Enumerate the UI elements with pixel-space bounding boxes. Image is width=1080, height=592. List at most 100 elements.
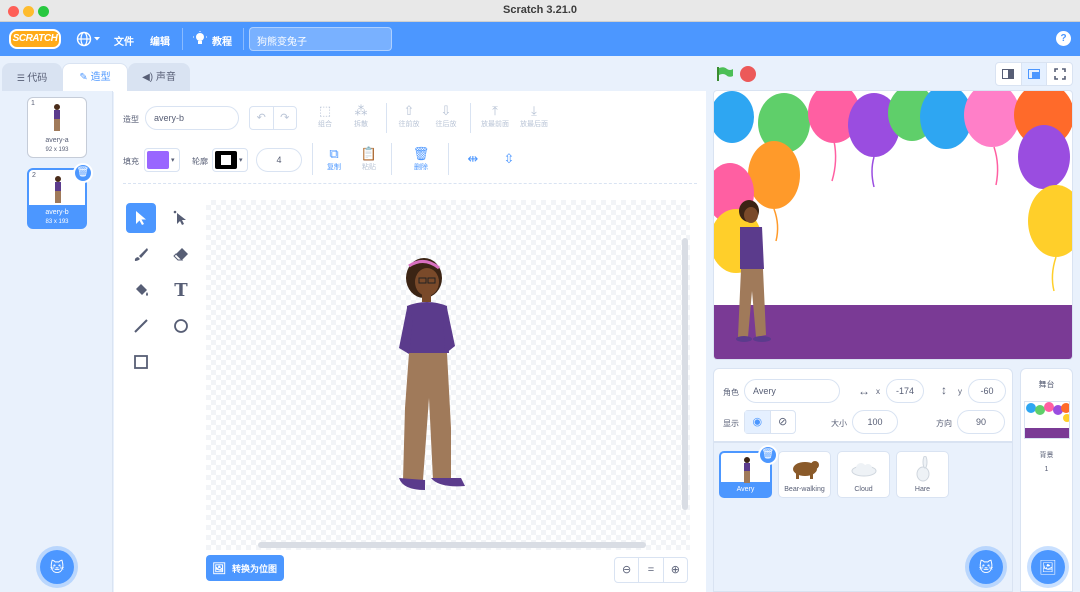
brush-icon xyxy=(134,248,148,261)
green-flag-button[interactable] xyxy=(716,66,734,82)
redo-button[interactable]: ↷ xyxy=(274,107,297,129)
choose-backdrop-button[interactable]: 🖼 xyxy=(1031,550,1065,584)
scratch-logo[interactable]: SCRATCH xyxy=(9,29,61,49)
tab-costumes[interactable]: ✎ 造型 xyxy=(62,63,128,92)
green-flag-icon xyxy=(717,67,733,81)
undo-redo-group: ↶ ↷ xyxy=(249,106,297,130)
circle-tool[interactable] xyxy=(166,311,196,341)
delete-costume-button[interactable]: 🗑 xyxy=(73,163,93,183)
undo-button[interactable]: ↶ xyxy=(250,107,274,129)
forward-icon: ⇧ xyxy=(403,103,415,118)
trash-icon: 🗑 xyxy=(76,167,90,178)
horizontal-scrollbar[interactable] xyxy=(258,542,646,548)
copy-button[interactable]: ⧉ 复制 xyxy=(319,146,349,172)
flip-vertical-button[interactable]: ⇳ xyxy=(496,151,522,167)
tutorials-menu[interactable]: 教程 xyxy=(193,31,237,48)
eraser-tool[interactable] xyxy=(166,239,196,269)
fullscreen-button[interactable] xyxy=(1047,63,1072,85)
copy-label: 复制 xyxy=(327,164,341,171)
costume-thumbnail xyxy=(54,104,60,131)
flip-horizontal-button[interactable]: ⇹ xyxy=(460,151,486,167)
choose-sprite-button[interactable]: 🐱 xyxy=(969,550,1003,584)
outline-width-input[interactable]: 4 xyxy=(256,148,302,172)
y-position-input[interactable]: -60 xyxy=(968,379,1006,403)
copy-icon: ⧉ xyxy=(329,146,339,161)
fill-tool[interactable] xyxy=(126,275,156,305)
zoom-reset-button[interactable]: = xyxy=(639,558,664,582)
toolbar-divider xyxy=(386,103,387,133)
forward-button[interactable]: ⇧ 往前放 xyxy=(394,103,424,129)
help-button[interactable]: ? xyxy=(1056,31,1071,46)
text-tool[interactable]: T xyxy=(166,275,196,305)
tab-sounds[interactable]: ◀) 声音 xyxy=(128,63,190,91)
size-label: 大小 xyxy=(831,419,847,428)
sprite-name-input[interactable]: Avery xyxy=(744,379,840,403)
select-tool[interactable] xyxy=(126,203,156,233)
project-title-input[interactable]: 狗熊变兔子 xyxy=(249,27,392,51)
paste-label: 粘贴 xyxy=(362,164,376,171)
large-stage-icon xyxy=(1028,69,1040,79)
rectangle-tool[interactable] xyxy=(126,347,156,377)
show-sprite-button[interactable]: ◉ xyxy=(745,411,771,433)
size-input[interactable]: 100 xyxy=(852,410,898,434)
small-stage-icon xyxy=(1002,69,1015,79)
language-menu[interactable] xyxy=(76,31,102,47)
fill-color-picker[interactable]: ▾ xyxy=(144,148,180,172)
file-menu[interactable]: 文件 xyxy=(114,33,134,48)
brush-tool[interactable] xyxy=(126,239,156,269)
delete-sprite-button[interactable]: 🗑 xyxy=(758,445,778,465)
zoom-in-button[interactable]: ⊕ xyxy=(664,558,687,582)
code-icon: ☰ xyxy=(16,73,28,83)
trash-icon: 🗑 xyxy=(761,449,775,460)
x-label: x xyxy=(876,387,880,396)
front-button[interactable]: ⤒ 放最前面 xyxy=(476,103,514,129)
zoom-in-icon: ⊕ xyxy=(670,564,680,576)
toolbar-divider xyxy=(391,143,392,175)
vertical-scrollbar[interactable] xyxy=(682,238,688,510)
backward-label: 往后放 xyxy=(435,121,457,128)
stage-size-controls xyxy=(995,62,1073,86)
large-stage-button[interactable] xyxy=(1021,63,1048,85)
sprite-tile-cloud[interactable]: Cloud xyxy=(837,451,890,498)
group-icon: ⬚ xyxy=(318,103,332,118)
paste-button[interactable]: 📋 粘贴 xyxy=(354,146,384,172)
line-tool[interactable] xyxy=(126,311,156,341)
outline-color-picker[interactable]: ▾ xyxy=(212,148,248,172)
sprite-name: Hare xyxy=(914,486,931,493)
fullscreen-icon xyxy=(1053,68,1066,80)
zoom-out-button[interactable]: ⊖ xyxy=(615,558,640,582)
costume-name: avery-b xyxy=(45,209,69,216)
costume-name-input[interactable]: avery-b xyxy=(145,106,239,130)
edit-menu[interactable]: 编辑 xyxy=(150,33,170,48)
ungroup-button[interactable]: ⁂ 拆散 xyxy=(346,103,376,129)
costume-item[interactable]: 1 avery-a 92 x 193 xyxy=(27,97,87,158)
back-button[interactable]: ⤓ 放最后面 xyxy=(515,103,553,129)
hide-sprite-button[interactable]: ⊘ xyxy=(771,411,796,433)
convert-to-bitmap-button[interactable]: 🖼 转换为位图 xyxy=(206,555,284,581)
horizontal-arrows-icon: ↔ xyxy=(858,384,870,398)
window-titlebar: Scratch 3.21.0 xyxy=(0,0,1080,22)
small-stage-button[interactable] xyxy=(996,63,1022,85)
back-icon: ⤓ xyxy=(531,103,537,118)
group-button[interactable]: ⬚ 组合 xyxy=(310,103,340,129)
backward-button[interactable]: ⇩ 往后放 xyxy=(431,103,461,129)
flip-vertical-icon: ⇳ xyxy=(503,151,515,166)
speaker-icon: ◀) xyxy=(142,72,156,83)
x-position-input[interactable]: -174 xyxy=(886,379,924,403)
reshape-tool[interactable] xyxy=(166,203,196,233)
sprite-thumbnail xyxy=(793,461,819,479)
menu-divider xyxy=(182,28,183,50)
circle-icon xyxy=(174,319,188,333)
chevron-down-icon: ▾ xyxy=(171,157,175,164)
forward-label: 往前放 xyxy=(398,121,420,128)
toolbar-divider xyxy=(312,143,313,175)
paint-canvas[interactable] xyxy=(206,200,690,550)
sprite-tile-bear-walking[interactable]: Bear-walking xyxy=(778,451,831,498)
choose-costume-button[interactable]: 🐱 xyxy=(40,550,74,584)
sprite-tile-hare[interactable]: Hare xyxy=(896,451,949,498)
direction-input[interactable]: 90 xyxy=(957,410,1005,434)
delete-button[interactable]: 🗑 删除 xyxy=(406,146,436,172)
stage-canvas[interactable] xyxy=(713,90,1073,360)
tab-code[interactable]: ☰ 代码 xyxy=(2,63,62,91)
stop-button[interactable] xyxy=(740,66,756,82)
